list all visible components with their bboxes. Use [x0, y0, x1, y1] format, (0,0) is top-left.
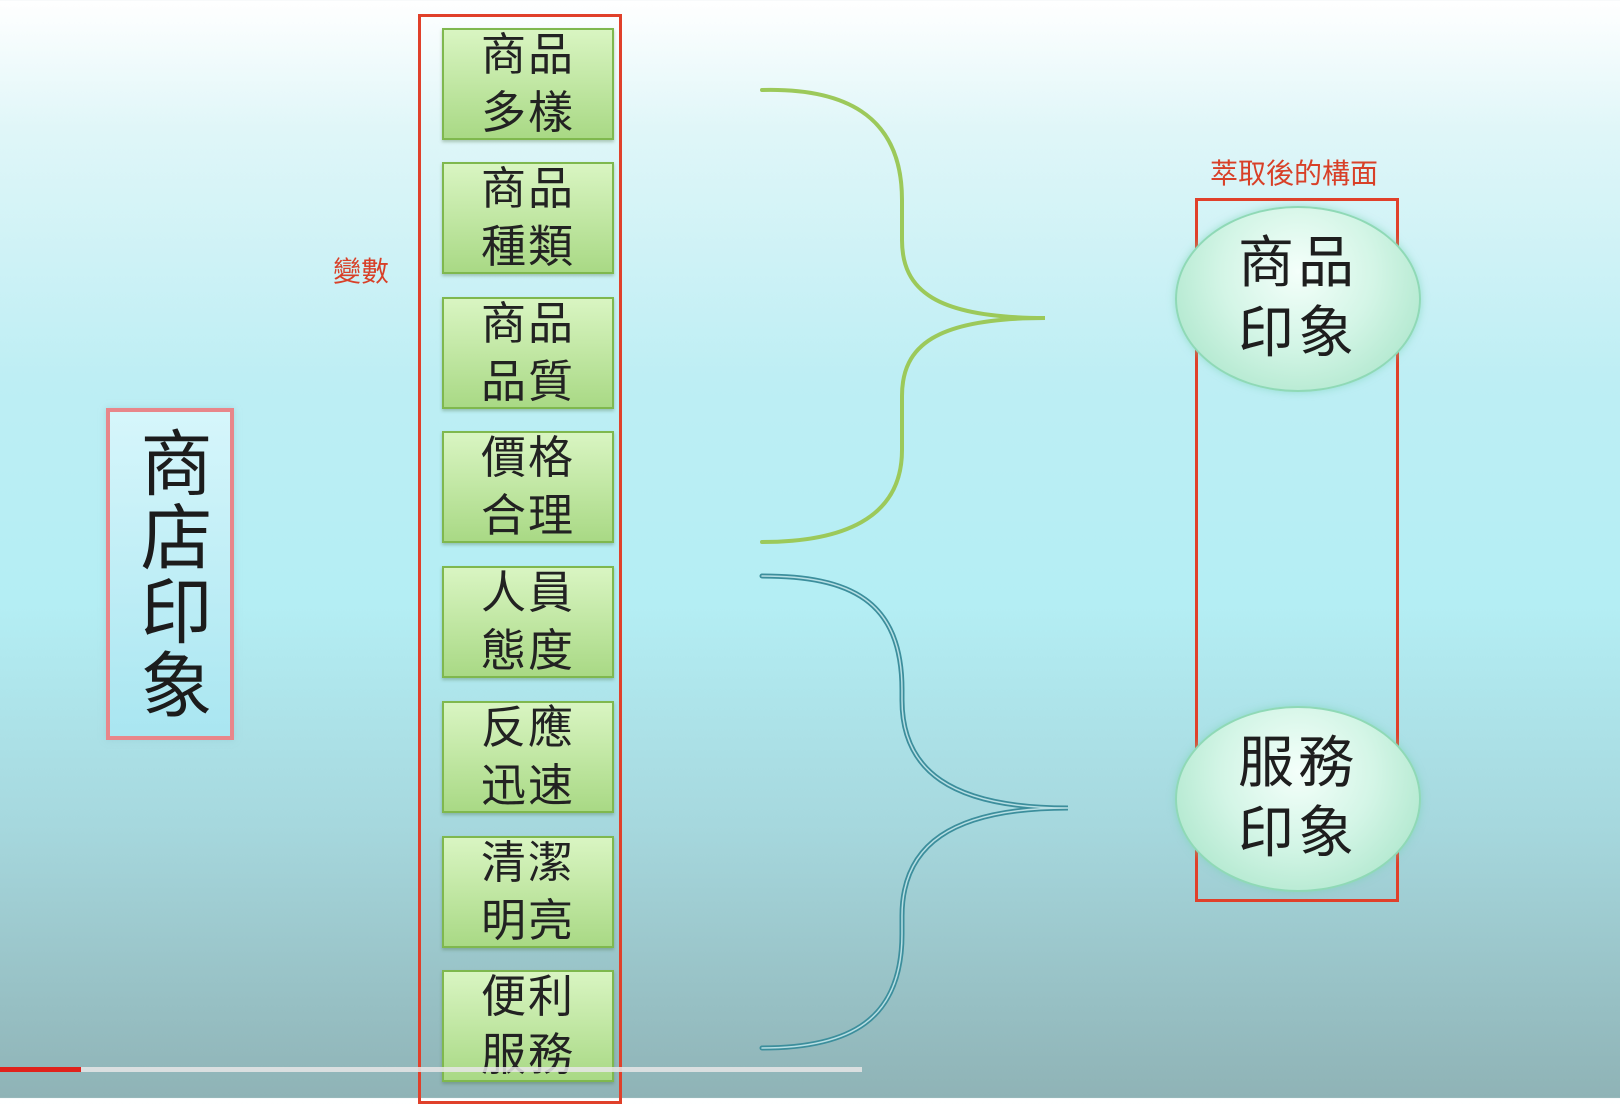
factor-line: 印象 — [1238, 801, 1358, 866]
variable-box: 商品 品質 — [442, 297, 614, 409]
factor-line: 服務 — [1238, 731, 1358, 796]
factor-service-image: 服務 印象 — [1175, 706, 1421, 892]
store-image-title: 商店印象 — [128, 426, 212, 722]
variables-label: 變數 — [333, 255, 390, 288]
variable-box: 人員 態度 — [442, 566, 614, 678]
variable-box: 價格 合理 — [442, 431, 614, 543]
variable-line: 態度 — [480, 624, 575, 677]
variable-line: 便利 — [480, 970, 575, 1023]
video-progress-track[interactable] — [0, 1067, 862, 1072]
variable-line: 商品 — [480, 162, 575, 215]
product-brace — [760, 87, 1046, 544]
variable-line: 清潔 — [480, 836, 575, 889]
factor-line: 商品 — [1238, 231, 1358, 296]
variable-line: 商品 — [480, 28, 575, 81]
variable-line: 迅速 — [480, 759, 575, 812]
variable-line: 多樣 — [480, 86, 575, 139]
variable-line: 服務 — [480, 1028, 575, 1081]
variable-line: 價格 — [480, 431, 575, 484]
variable-line: 種類 — [480, 220, 575, 273]
variable-line: 品質 — [480, 355, 575, 408]
video-progress-played — [0, 1067, 81, 1072]
variable-line: 反應 — [480, 701, 575, 754]
variable-box: 商品 種類 — [442, 162, 614, 274]
variable-line: 人員 — [480, 566, 575, 619]
service-brace — [759, 573, 1069, 1051]
factor-product-image: 商品 印象 — [1175, 206, 1421, 392]
store-image-box: 商店印象 — [106, 408, 234, 740]
variable-box: 商品 多樣 — [442, 28, 614, 140]
variable-box: 便利 服務 — [442, 970, 614, 1082]
variable-line: 商品 — [480, 297, 575, 350]
extracted-factors-label: 萃取後的構面 — [1210, 157, 1379, 190]
variable-line: 合理 — [480, 489, 575, 542]
variable-box: 清潔 明亮 — [442, 836, 614, 948]
variable-line: 明亮 — [480, 894, 575, 947]
variable-box: 反應 迅速 — [442, 701, 614, 813]
factor-line: 印象 — [1238, 301, 1358, 366]
